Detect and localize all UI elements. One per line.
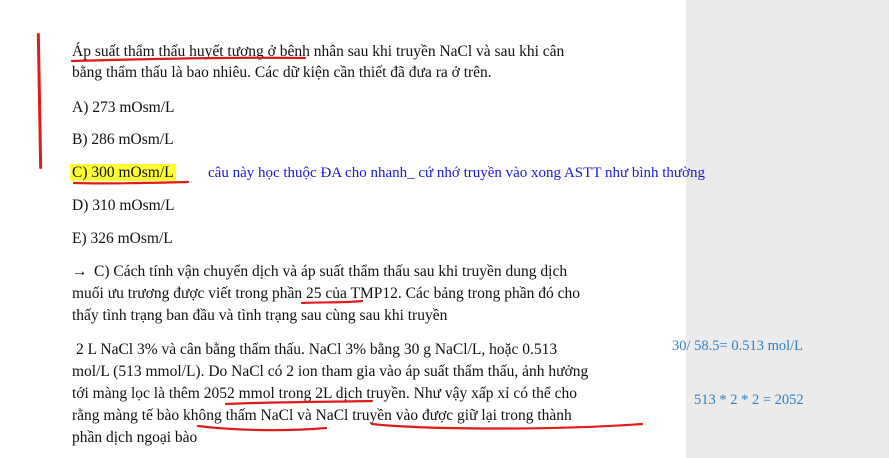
option-c: C) 300 mOsm/L	[70, 162, 176, 183]
explanation-line-3: thấy tình trạng ban đầu và tình trạng sa…	[72, 307, 448, 324]
margin-calc-1: 30/ 58.5= 0.513 mol/L	[672, 338, 804, 354]
option-a: A) 273 mOsm/L	[72, 99, 175, 116]
option-e: E) 326 mOsm/L	[72, 230, 173, 247]
explanation-line-6: tới màng lọc là thêm 2052 mmol trong 2L …	[72, 385, 578, 402]
explanation-line-8: phần dịch ngoại bào	[72, 429, 198, 446]
margin-calc-2: 513 * 2 * 2 = 2052	[694, 392, 804, 408]
question-line-2: bằng thẩm thấu là bao nhiêu. Các dữ kiện…	[72, 64, 492, 81]
explanation-line-1: C) Cách tính vận chuyển dịch và áp suất …	[94, 263, 568, 280]
document-page: Áp suất thẩm thấu huyết tương ở bệnh nhâ…	[0, 0, 705, 458]
explanation-line-7: rằng màng tế bào không thấm NaCl và NaCl…	[72, 407, 572, 424]
handwritten-note: câu này học thuộc ĐA cho nhanh_ cứ nhớ t…	[208, 165, 705, 181]
question-line-1: Áp suất thẩm thấu huyết tương ở bệnh nhâ…	[72, 43, 565, 60]
option-b: B) 286 mOsm/L	[72, 131, 174, 148]
arrow-icon: →	[72, 263, 88, 280]
option-c-highlight: C) 300 mOsm/L	[70, 164, 176, 181]
explanation-line-2: muối ưu trương được viết trong phần 25 c…	[72, 285, 580, 302]
margin-bracket-mark	[36, 32, 43, 170]
explanation-line-4: 2 L NaCl 3% và cân bằng thẩm thấu. NaCl …	[76, 341, 558, 358]
explanation-line-5: mol/L (513 mmol/L). Do NaCl có 2 ion tha…	[72, 363, 589, 380]
option-d: D) 310 mOsm/L	[72, 197, 175, 214]
